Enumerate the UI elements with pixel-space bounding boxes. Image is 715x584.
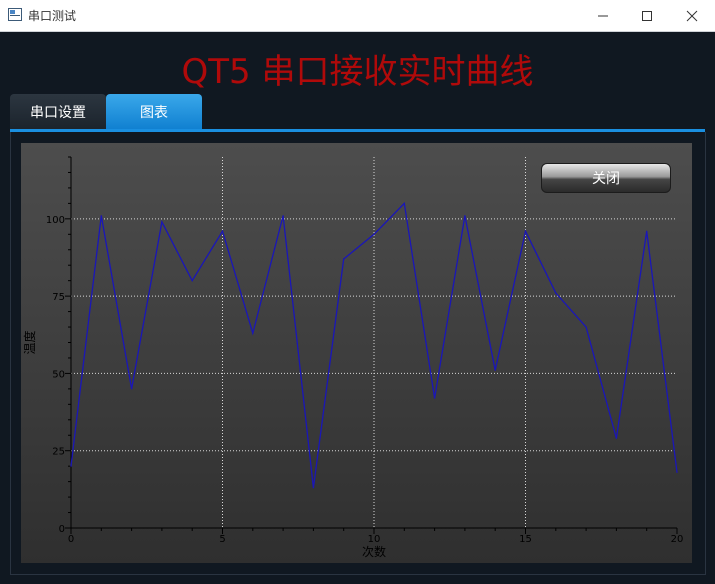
data-point	[100, 215, 102, 217]
x-tick-label: 5	[219, 534, 225, 545]
data-point	[676, 471, 678, 473]
data-point	[312, 487, 314, 489]
data-point	[585, 326, 587, 328]
x-tick-label: 0	[68, 534, 74, 545]
data-point	[191, 280, 193, 282]
data-point	[282, 215, 284, 217]
chart-axes	[65, 156, 678, 534]
data-point	[524, 230, 527, 232]
data-point	[70, 465, 72, 467]
x-axis-title: 次数	[362, 544, 386, 559]
close-button[interactable]: 关闭	[541, 163, 671, 193]
x-tick-label: 20	[671, 534, 684, 545]
chart: 0 5 10 15 20 0 25 50 75 100 次数 温度	[22, 156, 683, 559]
data-point	[555, 292, 557, 294]
data-point	[403, 202, 405, 204]
data-point	[131, 388, 133, 390]
data-point	[464, 215, 466, 217]
data-point	[615, 437, 618, 439]
y-tick-label: 100	[46, 215, 65, 226]
x-tick-label: 10	[368, 534, 381, 545]
data-point	[494, 369, 496, 371]
data-point	[221, 230, 224, 232]
y-axis-title: 温度	[22, 330, 37, 354]
data-point	[434, 397, 436, 399]
y-tick-label: 50	[52, 369, 65, 380]
y-tick-label: 75	[52, 292, 65, 303]
data-point	[252, 332, 254, 334]
chart-grid	[71, 157, 677, 528]
data-point	[646, 230, 648, 232]
chart-tick-labels: 0 5 10 15 20 0 25 50 75 100	[46, 215, 683, 545]
y-tick-label: 25	[52, 447, 65, 458]
data-point	[161, 221, 163, 223]
y-tick-label: 0	[59, 524, 65, 535]
data-point	[343, 258, 345, 260]
x-tick-label: 15	[519, 534, 532, 545]
data-point	[373, 233, 375, 235]
